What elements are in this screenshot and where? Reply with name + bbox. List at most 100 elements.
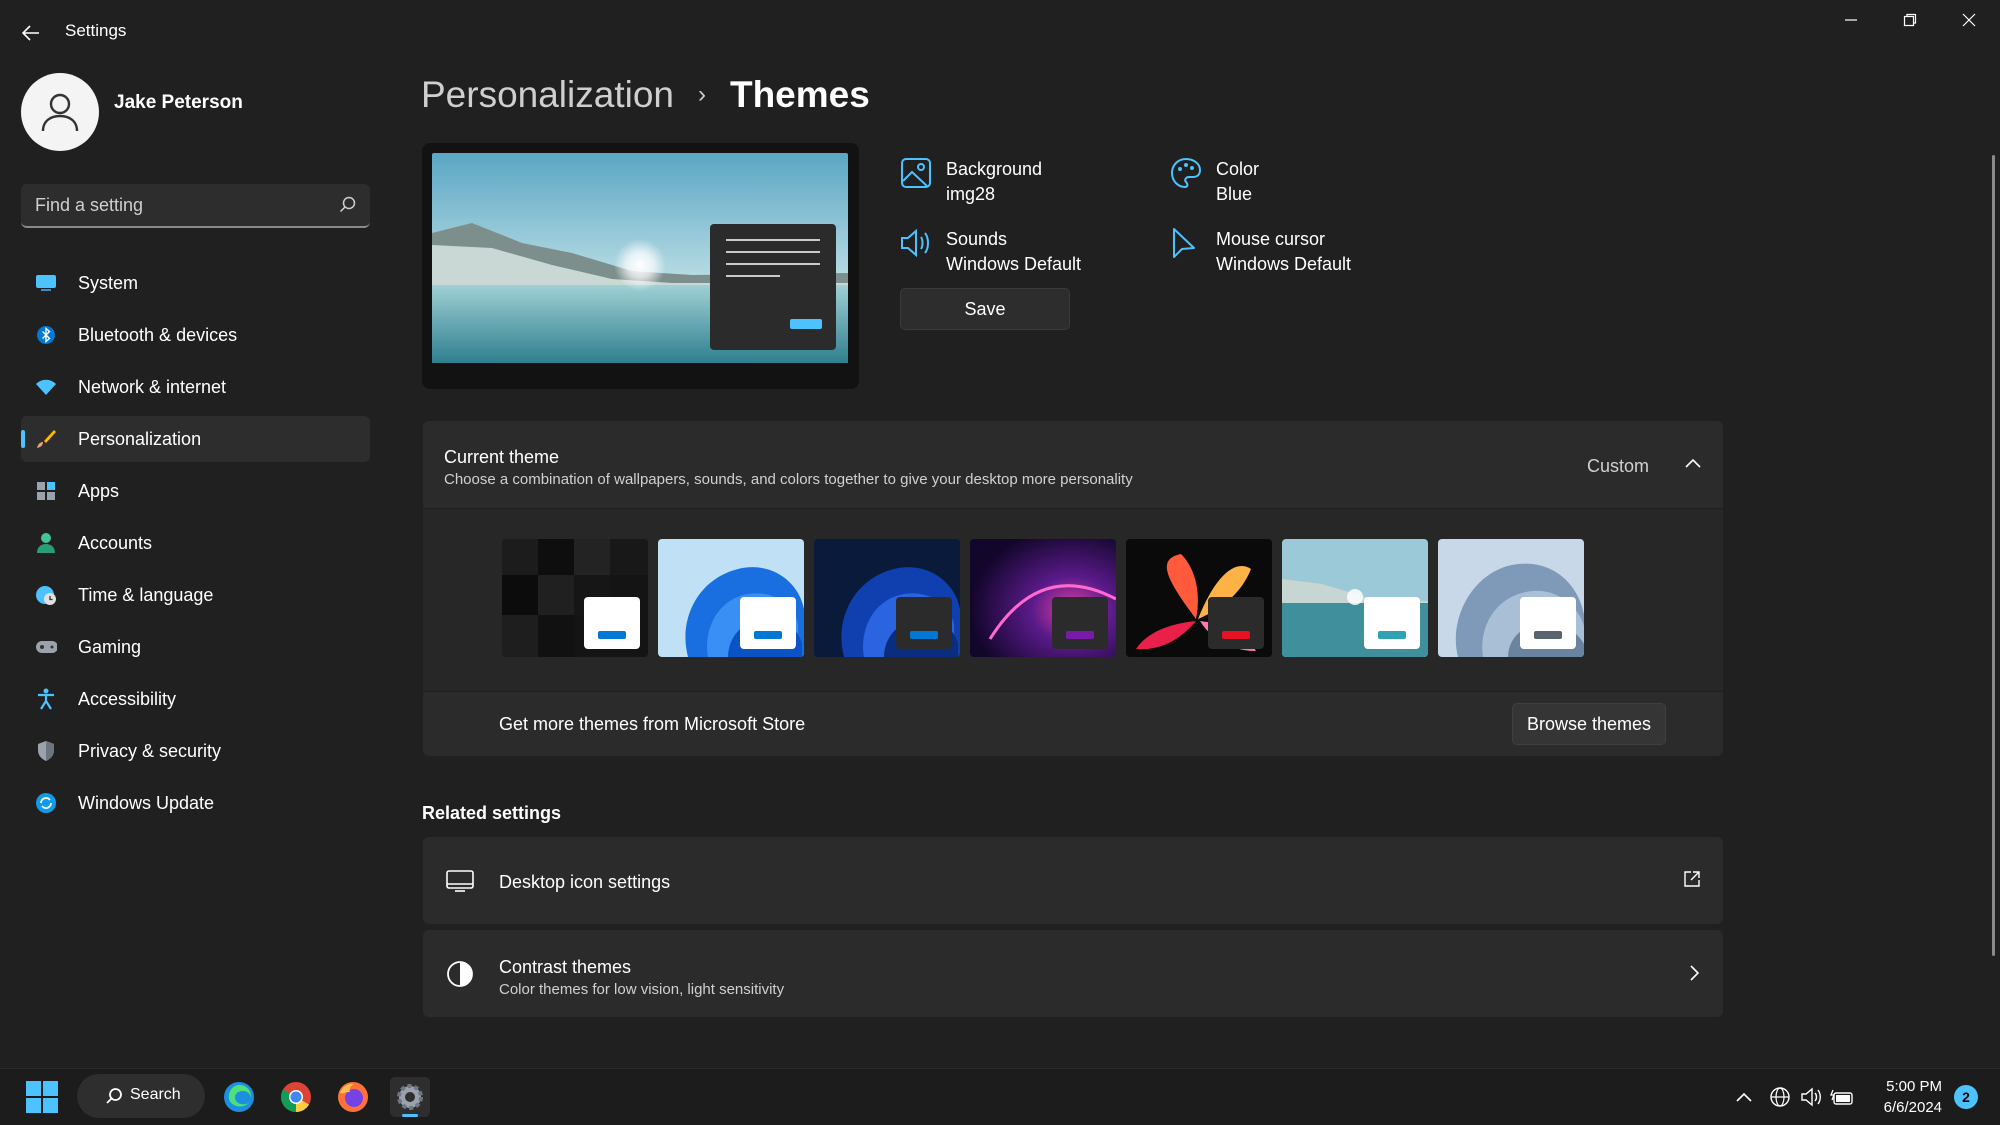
sidebar-item-bluetooth[interactable]: Bluetooth & devices bbox=[21, 312, 370, 358]
gamepad-icon bbox=[35, 636, 57, 658]
tile-accent-swatch bbox=[598, 631, 626, 639]
sidebar-item-label: Accessibility bbox=[78, 689, 177, 709]
theme-tile[interactable] bbox=[502, 539, 648, 657]
tile-window-mockup bbox=[1052, 597, 1108, 649]
sidebar-item-privacy[interactable]: Privacy & security bbox=[21, 728, 370, 774]
contrast-icon bbox=[445, 960, 475, 988]
back-button[interactable] bbox=[18, 20, 44, 46]
related-item-description: Color themes for low vision, light sensi… bbox=[499, 981, 785, 998]
mouse-cursor-title: Mouse cursor bbox=[1216, 229, 1326, 249]
save-button[interactable]: Save bbox=[900, 288, 1070, 330]
theme-tile[interactable] bbox=[1126, 539, 1272, 657]
tile-accent-swatch bbox=[1378, 631, 1406, 639]
theme-tile[interactable] bbox=[658, 539, 804, 657]
restore-button[interactable] bbox=[1881, 0, 1939, 40]
chevron-up-icon[interactable] bbox=[1732, 1085, 1756, 1109]
tile-window-mockup bbox=[584, 597, 640, 649]
title-bar: Settings bbox=[0, 0, 2000, 62]
breadcrumb-separator: › bbox=[697, 81, 706, 108]
contrast-themes-row[interactable]: Contrast themes Color themes for low vis… bbox=[423, 930, 1723, 1017]
background-title: Background bbox=[946, 159, 1043, 179]
sidebar-item-label: Time & language bbox=[78, 585, 214, 605]
sidebar-item-label: Privacy & security bbox=[78, 741, 222, 761]
edge-app[interactable] bbox=[219, 1077, 259, 1117]
sidebar-item-accessibility[interactable]: Accessibility bbox=[21, 676, 370, 722]
theme-tile[interactable] bbox=[1282, 539, 1428, 657]
chrome-icon bbox=[280, 1082, 311, 1112]
theme-tile[interactable] bbox=[1438, 539, 1584, 657]
settings-window: Settings Jake Peterson System Bluetooth … bbox=[0, 0, 2000, 1068]
speaker-icon[interactable] bbox=[1799, 1085, 1823, 1109]
tile-accent-swatch bbox=[910, 631, 938, 639]
sidebar-item-system[interactable]: System bbox=[21, 260, 370, 306]
tile-window-mockup bbox=[740, 597, 796, 649]
sidebar-item-time-language[interactable]: Time & language bbox=[21, 572, 370, 618]
chevron-up-icon[interactable] bbox=[1685, 455, 1701, 473]
sidebar-item-network[interactable]: Network & internet bbox=[21, 364, 370, 410]
firefox-app[interactable] bbox=[333, 1077, 373, 1117]
search-icon[interactable] bbox=[339, 196, 356, 218]
related-item-title: Desktop icon settings bbox=[499, 872, 671, 892]
person-icon bbox=[35, 532, 57, 554]
sidebar-item-windows-update[interactable]: Windows Update bbox=[21, 780, 370, 826]
edge-icon bbox=[224, 1082, 254, 1112]
current-theme-title: Current theme bbox=[444, 447, 560, 467]
firefox-icon bbox=[338, 1082, 368, 1112]
related-item-title: Contrast themes bbox=[499, 957, 632, 977]
current-theme-header[interactable]: Current theme Choose a combination of wa… bbox=[423, 421, 1723, 508]
sidebar-item-accounts[interactable]: Accounts bbox=[21, 520, 370, 566]
browse-themes-button[interactable]: Browse themes bbox=[1512, 703, 1666, 745]
breadcrumb: Personalization › Themes bbox=[421, 74, 870, 116]
sidebar-item-apps[interactable]: Apps bbox=[21, 468, 370, 514]
sidebar-nav: System Bluetooth & devices Network & int… bbox=[21, 260, 370, 832]
chevron-right-icon bbox=[1689, 964, 1701, 987]
taskbar-search[interactable]: Search bbox=[77, 1074, 205, 1118]
breadcrumb-parent[interactable]: Personalization bbox=[421, 74, 674, 116]
restore-icon bbox=[1903, 13, 1917, 27]
color-title: Color bbox=[1216, 159, 1260, 179]
settings-app[interactable] bbox=[390, 1077, 430, 1117]
minimize-icon bbox=[1845, 19, 1857, 21]
tile-window-mockup bbox=[1364, 597, 1420, 649]
shield-icon bbox=[35, 740, 57, 762]
arrow-left-icon bbox=[22, 25, 39, 41]
sidebar-item-label: Network & internet bbox=[78, 377, 227, 397]
clock-date: 6/6/2024 bbox=[1883, 1099, 1942, 1116]
theme-gallery bbox=[423, 509, 1723, 691]
cursor-icon bbox=[1170, 227, 1204, 261]
color-value: Blue bbox=[1216, 184, 1253, 204]
notification-badge[interactable]: 2 bbox=[1954, 1085, 1978, 1109]
microsoft-store-row: Get more themes from Microsoft Store Bro… bbox=[423, 692, 1723, 756]
palette-icon bbox=[1170, 157, 1204, 191]
sidebar-item-gaming[interactable]: Gaming bbox=[21, 624, 370, 670]
tile-accent-swatch bbox=[754, 631, 782, 639]
desktop-icon-settings-row[interactable]: Desktop icon settings bbox=[423, 837, 1723, 924]
sounds-title: Sounds bbox=[946, 229, 1008, 249]
search-input[interactable] bbox=[35, 192, 325, 218]
theme-tile[interactable] bbox=[814, 539, 960, 657]
current-theme-description: Choose a combination of wallpapers, soun… bbox=[444, 471, 1133, 488]
globe-icon[interactable] bbox=[1768, 1085, 1792, 1109]
theme-tile[interactable] bbox=[970, 539, 1116, 657]
profile-name: Jake Peterson bbox=[114, 92, 243, 113]
sidebar-item-personalization[interactable]: Personalization bbox=[21, 416, 370, 462]
clock-time: 5:00 PM bbox=[1886, 1078, 1942, 1095]
minimize-button[interactable] bbox=[1822, 0, 1880, 40]
person-icon bbox=[41, 93, 79, 132]
store-label: Get more themes from Microsoft Store bbox=[499, 714, 806, 734]
windows-logo-icon bbox=[26, 1081, 58, 1113]
avatar[interactable] bbox=[21, 73, 99, 151]
chrome-app[interactable] bbox=[276, 1077, 316, 1117]
tile-accent-swatch bbox=[1066, 631, 1094, 639]
scrollbar[interactable] bbox=[1992, 155, 1995, 956]
close-button[interactable] bbox=[1940, 0, 1998, 40]
sidebar-item-label: Apps bbox=[78, 481, 120, 501]
app-title: Settings bbox=[65, 21, 127, 40]
tile-accent-swatch bbox=[1534, 631, 1562, 639]
page-title: Themes bbox=[729, 74, 870, 115]
battery-icon[interactable] bbox=[1830, 1085, 1854, 1109]
brush-icon bbox=[35, 428, 57, 450]
clock[interactable]: 5:00 PM 6/6/2024 bbox=[1884, 1076, 1942, 1118]
start-button[interactable] bbox=[26, 1081, 58, 1113]
sounds-value: Windows Default bbox=[946, 254, 1082, 274]
